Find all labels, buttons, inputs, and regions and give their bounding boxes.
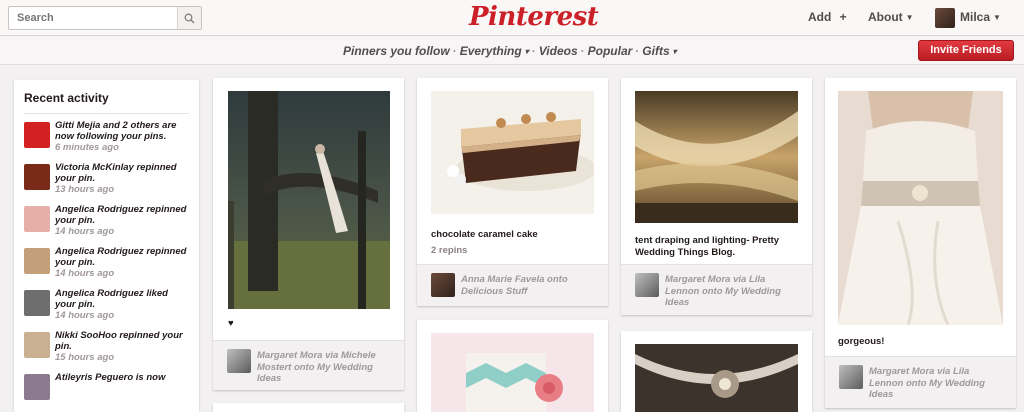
pin-image[interactable] bbox=[838, 91, 1003, 325]
activity-text: Victoria McKinlay repinned your pin. bbox=[55, 162, 177, 184]
top-bar: Pinterest Add + About▼ Milca▼ bbox=[0, 0, 1024, 36]
activity-thumbnail[interactable] bbox=[24, 122, 50, 148]
nav-pinners-you-follow[interactable]: Pinners you follow bbox=[343, 44, 450, 58]
activity-text: Angelica Rodriguez liked your pin. bbox=[55, 288, 168, 310]
nav-gifts[interactable]: Gifts bbox=[642, 44, 669, 58]
about-label: About bbox=[868, 10, 903, 24]
pin-description: ♥ bbox=[228, 318, 234, 329]
activity-item[interactable]: Atileyris Peguero is now bbox=[24, 372, 189, 408]
activity-item[interactable]: Nikki SooHoo repinned your pin. 15 hours … bbox=[24, 330, 189, 366]
activity-item[interactable]: Gitti Mejia and 2 others are now followi… bbox=[24, 120, 189, 156]
activity-thumbnail[interactable] bbox=[24, 290, 50, 316]
recent-activity-title: Recent activity bbox=[24, 91, 189, 114]
add-label: Add bbox=[808, 10, 832, 24]
activity-text: Atileyris Peguero is now bbox=[55, 372, 166, 383]
category-nav: Pinners you follow · Everything ▾ · Videos · Po… bbox=[0, 37, 1024, 65]
pin-photo-wedding-cake bbox=[431, 333, 594, 412]
pin-image[interactable] bbox=[635, 344, 798, 412]
chevron-down-icon[interactable]: ▾ bbox=[673, 47, 677, 56]
search-box bbox=[8, 6, 202, 30]
pin-image[interactable] bbox=[228, 91, 390, 309]
chevron-down-icon[interactable]: ▾ bbox=[525, 47, 529, 56]
nav-popular[interactable]: Popular bbox=[588, 44, 633, 58]
pin-photo-chandelier bbox=[635, 344, 798, 412]
pinner-avatar[interactable] bbox=[635, 273, 659, 297]
pin-description: chocolate caramel cake bbox=[431, 229, 538, 240]
recent-activity-panel: Recent activity Gitti Mejia and 2 others… bbox=[14, 80, 199, 412]
add-menu[interactable]: Add + bbox=[808, 10, 847, 24]
avatar[interactable] bbox=[935, 8, 955, 28]
search-icon bbox=[184, 13, 195, 24]
user-name: Milca bbox=[960, 10, 991, 24]
activity-thumbnail[interactable] bbox=[24, 374, 50, 400]
chevron-down-icon: ▼ bbox=[905, 13, 914, 22]
activity-text: Gitti Mejia and 2 others are now followi… bbox=[55, 120, 177, 142]
pinner-avatar[interactable] bbox=[839, 365, 863, 389]
activity-item[interactable]: Angelica Rodriguez repinned your pin. 14 … bbox=[24, 204, 189, 240]
pin-description: tent draping and lighting- Pretty Weddin… bbox=[635, 235, 780, 258]
pin-photo-dress bbox=[838, 91, 1003, 325]
plus-icon: + bbox=[839, 10, 847, 24]
pin-photo-tree bbox=[228, 91, 390, 309]
activity-thumbnail[interactable] bbox=[24, 332, 50, 358]
pin-card[interactable]: tent draping and lighting- Pretty Weddin… bbox=[621, 78, 812, 315]
activity-text: Nikki SooHoo repinned your pin. bbox=[55, 330, 183, 352]
pin-image[interactable] bbox=[635, 91, 798, 223]
pin-attribution: Margaret Mora via Michele Mostert onto M… bbox=[213, 340, 404, 390]
user-menu[interactable]: Milca ▼ bbox=[960, 10, 1001, 24]
activity-item[interactable]: Angelica Rodriguez repinned your pin. 14 … bbox=[24, 246, 189, 282]
activity-text: Angelica Rodriguez repinned your pin. bbox=[55, 246, 187, 268]
activity-time: 13 hours ago bbox=[55, 184, 115, 195]
pin-image[interactable] bbox=[431, 333, 594, 412]
pin-attribution-text: Margaret Mora via Lila Lennon onto My We… bbox=[869, 366, 985, 400]
pinner-avatar[interactable] bbox=[431, 273, 455, 297]
activity-item[interactable]: Victoria McKinlay repinned your pin. 13 h… bbox=[24, 162, 189, 198]
search-input[interactable] bbox=[9, 7, 177, 29]
pin-attribution-text: Anna Marie Favela onto Delicious Stuff bbox=[461, 274, 568, 297]
pinner-avatar[interactable] bbox=[227, 349, 251, 373]
nav-everything[interactable]: Everything bbox=[460, 44, 522, 58]
activity-time: 15 hours ago bbox=[55, 352, 115, 363]
pin-description: gorgeous! bbox=[838, 336, 885, 347]
activity-thumbnail[interactable] bbox=[24, 248, 50, 274]
invite-friends-button[interactable]: Invite Friends bbox=[918, 40, 1014, 61]
activity-list: Gitti Mejia and 2 others are now followi… bbox=[24, 120, 189, 408]
nav-videos[interactable]: Videos bbox=[539, 44, 578, 58]
pin-repin-count: 2 repins bbox=[431, 245, 468, 256]
pin-card[interactable] bbox=[621, 331, 812, 412]
pin-attribution: Margaret Mora via Lila Lennon onto My We… bbox=[825, 356, 1016, 408]
pinterest-logo[interactable]: Pinterest bbox=[469, 2, 599, 32]
activity-time: 14 hours ago bbox=[55, 268, 115, 279]
activity-thumbnail[interactable] bbox=[24, 164, 50, 190]
activity-time: 14 hours ago bbox=[55, 310, 115, 321]
chevron-down-icon: ▼ bbox=[993, 13, 1001, 22]
activity-time: 6 minutes ago bbox=[55, 142, 119, 153]
pin-card[interactable]: gorgeous! Margaret Mora via Lila Lennon … bbox=[825, 78, 1016, 408]
search-button[interactable] bbox=[177, 7, 201, 29]
pin-photo-cake bbox=[431, 91, 594, 214]
pin-attribution: Margaret Mora via Lila Lennon onto My We… bbox=[621, 264, 812, 315]
pin-card[interactable] bbox=[213, 403, 404, 412]
pin-card[interactable] bbox=[417, 320, 608, 412]
pin-card[interactable]: ♥ Margaret Mora via Michele Mostert onto… bbox=[213, 78, 404, 390]
pin-attribution: Anna Marie Favela onto Delicious Stuff bbox=[417, 264, 608, 306]
activity-time: 14 hours ago bbox=[55, 226, 115, 237]
activity-item[interactable]: Angelica Rodriguez liked your pin. 14 hou… bbox=[24, 288, 189, 324]
pin-attribution-text: Margaret Mora via Michele Mostert onto M… bbox=[257, 350, 376, 384]
activity-thumbnail[interactable] bbox=[24, 206, 50, 232]
pin-image[interactable] bbox=[431, 91, 594, 214]
pin-attribution-text: Margaret Mora via Lila Lennon onto My We… bbox=[665, 274, 781, 308]
activity-text: Angelica Rodriguez repinned your pin. bbox=[55, 204, 187, 226]
pin-card[interactable]: chocolate caramel cake 2 repins Anna Mar… bbox=[417, 78, 608, 306]
about-menu[interactable]: About ▼ bbox=[868, 10, 914, 24]
pin-photo-tent bbox=[635, 91, 798, 223]
